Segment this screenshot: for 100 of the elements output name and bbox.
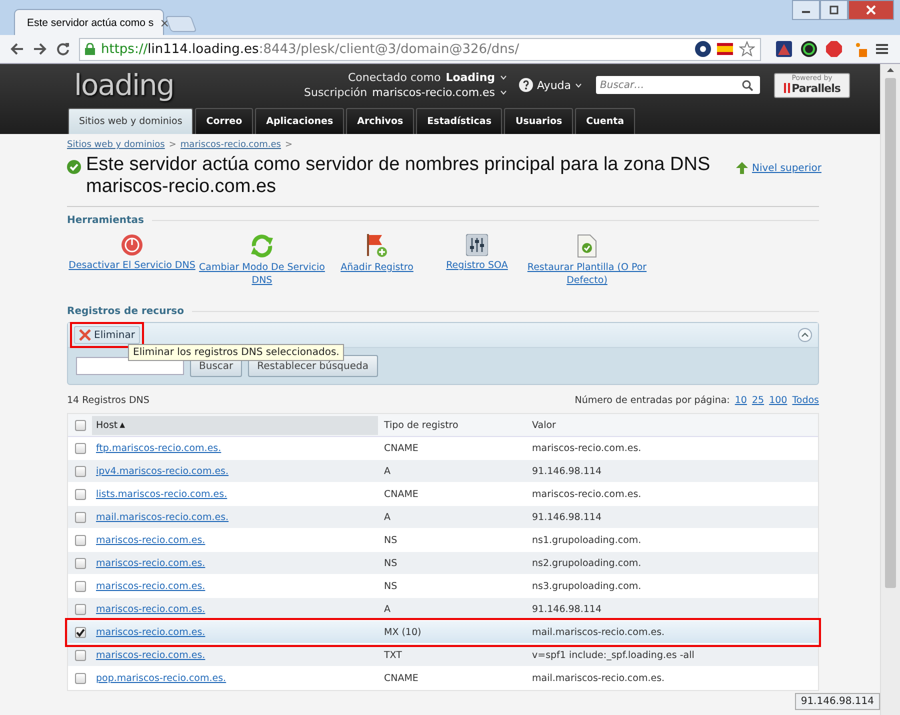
table-row[interactable]: pop.mariscos-recio.com.es. CNAME mail.mariscos-recio.com.es. — [68, 667, 818, 690]
row-checkbox[interactable] — [74, 534, 86, 546]
table-row[interactable]: mail.mariscos-recio.com.es. A 91.146.98.114 — [68, 506, 818, 529]
row-checkbox[interactable] — [74, 488, 86, 500]
flag-icon[interactable] — [717, 43, 733, 55]
tool-link[interactable]: Desactivar El Servicio DNS — [67, 234, 197, 298]
table-cell: 91.146.98.114 — [532, 604, 602, 614]
nav-tab[interactable]: Aplicaciones — [255, 108, 344, 134]
row-checkbox[interactable] — [74, 442, 86, 454]
minimize-button[interactable] — [792, 0, 820, 20]
collapse-icon[interactable] — [798, 328, 812, 342]
host-link[interactable]: mariscos-recio.com.es. — [96, 650, 206, 660]
host-link[interactable]: ftp.mariscos-recio.com.es. — [96, 442, 222, 454]
nav-tab[interactable]: Archivos — [346, 108, 414, 134]
row-checkbox[interactable] — [74, 466, 86, 476]
breadcrumb-link[interactable]: mariscos-recio.com.es — [180, 140, 281, 150]
help-icon — [519, 78, 534, 92]
table-cell: NS — [384, 580, 398, 592]
row-checkbox[interactable] — [74, 580, 86, 592]
scroll-thumb[interactable] — [885, 78, 896, 588]
host-link[interactable]: mariscos-recio.com.es. — [96, 604, 206, 614]
nav-tab[interactable]: Sitios web y dominios — [68, 108, 194, 134]
help-menu[interactable]: Ayuda — [537, 78, 572, 92]
table-cell: CNAME — [384, 442, 418, 454]
table-row[interactable]: mariscos-recio.com.es. MX (10) mail.mariscos-recio.com.es. — [68, 621, 818, 644]
row-checkbox[interactable] — [74, 604, 86, 614]
breadcrumb-separator: > — [168, 140, 176, 150]
nav-tab[interactable]: Estadísticas — [416, 108, 502, 134]
host-link[interactable]: mail.mariscos-recio.com.es. — [96, 512, 229, 522]
nav-tab[interactable]: Correo — [195, 108, 254, 134]
row-checkbox[interactable] — [74, 512, 86, 522]
table-row[interactable]: ipv4.mariscos-recio.com.es. A 91.146.98.114 — [68, 460, 818, 483]
row-checkbox[interactable] — [74, 626, 86, 638]
host-link[interactable]: mariscos-recio.com.es. — [96, 626, 206, 638]
tool-link[interactable]: Añadir Registro — [327, 234, 427, 298]
table-cell: mariscos-recio.com.es. — [532, 488, 642, 500]
adblock-icon[interactable] — [826, 41, 842, 57]
host-link[interactable]: ipv4.mariscos-recio.com.es. — [96, 466, 229, 476]
per-page-link[interactable]: Todos — [792, 395, 819, 406]
table-cell: 91.146.98.114 — [532, 512, 602, 522]
table-cell: A — [384, 466, 390, 476]
check-icon — [67, 160, 81, 174]
star-icon[interactable] — [739, 41, 755, 57]
row-checkbox[interactable] — [74, 672, 86, 684]
table-cell: ns3.grupoloading.com. — [532, 580, 642, 592]
host-link[interactable]: mariscos-recio.com.es. — [96, 580, 206, 592]
table-cell: ns1.grupoloading.com. — [532, 534, 642, 546]
row-checkbox[interactable] — [74, 650, 86, 660]
user-menu[interactable]: Loading — [446, 71, 496, 84]
tool-link[interactable]: Restaurar Plantilla (O Por Defecto) — [527, 234, 647, 298]
close-button[interactable] — [848, 0, 894, 20]
caret-icon — [500, 75, 508, 80]
breadcrumb-separator: > — [284, 140, 293, 150]
caret-icon — [575, 82, 582, 88]
tab-title: Este servidor actúa como s — [27, 16, 154, 28]
host-link[interactable]: pop.mariscos-recio.com.es. — [96, 672, 226, 684]
per-page-link[interactable]: 25 — [752, 395, 764, 406]
table-cell: CNAME — [384, 488, 418, 500]
table-cell: ns2.grupoloading.com. — [532, 558, 642, 568]
row-checkbox[interactable] — [74, 558, 86, 568]
table-cell: A — [384, 604, 390, 614]
extension-icon[interactable] — [801, 41, 817, 57]
column-header[interactable]: Valor — [532, 420, 556, 430]
close-icon — [79, 329, 91, 341]
scrollbar[interactable] — [880, 64, 900, 715]
tooltip: Eliminar los registros DNS seleccionados. — [128, 344, 344, 361]
url-tooltip: 91.146.98.114 — [794, 693, 880, 710]
maximize-button[interactable] — [820, 0, 848, 20]
host-link[interactable]: lists.mariscos-recio.com.es. — [96, 488, 228, 500]
host-link[interactable]: mariscos-recio.com.es. — [96, 558, 206, 568]
table-row[interactable]: mariscos-recio.com.es. A 91.146.98.114 — [68, 598, 818, 621]
back-icon[interactable] — [10, 42, 24, 56]
per-page-link[interactable]: 100 — [769, 395, 788, 406]
up-arrow-icon — [736, 162, 748, 174]
menu-icon[interactable] — [876, 42, 890, 56]
table-cell: CNAME — [384, 672, 418, 684]
subscription-menu[interactable]: mariscos-recio.com.es — [372, 86, 496, 99]
select-all-checkbox[interactable] — [74, 420, 86, 430]
delete-button[interactable]: Eliminar — [74, 326, 140, 344]
tool-link[interactable]: Cambiar Modo De Servicio DNS — [197, 234, 327, 298]
table-row[interactable]: mariscos-recio.com.es. TXT v=spf1 include:_spf.loading.es -all — [68, 644, 818, 667]
nav-tab[interactable]: Usuarios — [504, 108, 574, 134]
search-field[interactable]: Buscar… — [596, 76, 760, 94]
sliders-icon — [466, 234, 488, 256]
per-page-link[interactable]: 10 — [734, 395, 747, 406]
table-cell: mail.mariscos-recio.com.es. — [532, 672, 665, 684]
reload-icon[interactable] — [56, 42, 70, 56]
table-row[interactable]: mariscos-recio.com.es. NS ns2.grupoloading.com. — [68, 552, 818, 575]
column-header[interactable]: Tipo de registro — [384, 420, 458, 430]
forward-icon[interactable] — [33, 42, 47, 56]
tool-link[interactable]: Registro SOA — [427, 234, 527, 298]
logo: loading — [74, 68, 175, 102]
section-title: Registros de recurso — [67, 306, 184, 317]
host-link[interactable]: mariscos-recio.com.es. — [96, 534, 206, 546]
nav-tab[interactable]: Cuenta — [575, 108, 636, 134]
subscription-label: Suscripción — [304, 86, 368, 99]
up-level-link[interactable]: Nivel superior — [752, 162, 822, 174]
breadcrumb-link[interactable]: Sitios web y dominios — [67, 140, 165, 150]
ip-icon[interactable] — [695, 41, 711, 57]
address-bar[interactable]: https://lin114.loading.es:8443/plesk/client@3/domain@326/dns/ — [79, 38, 761, 60]
